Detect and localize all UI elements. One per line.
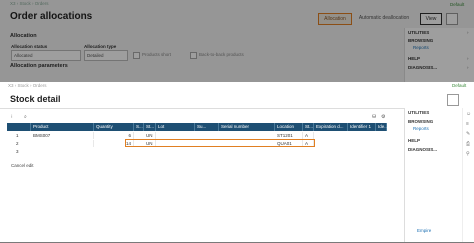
row-number: 3 — [16, 149, 19, 154]
cell-location[interactable]: ST1201 — [275, 132, 303, 139]
help-item[interactable]: HELP — [408, 138, 420, 143]
col-header-product[interactable]: Product — [31, 123, 94, 131]
cell-product[interactable] — [31, 140, 94, 147]
person-icon[interactable]: ☺ — [466, 111, 471, 117]
col-header-lot[interactable]: Lot — [156, 123, 195, 131]
stock-detail-modal: X3 › Stock › Orders Default Stock detail… — [0, 82, 474, 242]
modal-more-button[interactable] — [447, 94, 459, 106]
col-header-ide[interactable]: Ide... — [376, 123, 388, 131]
table-row[interactable]: 3 — [7, 148, 387, 155]
col-header-location[interactable]: Location — [275, 123, 303, 131]
col-header-su[interactable]: Su... — [195, 123, 219, 131]
logout-link[interactable]: Empire — [417, 228, 431, 233]
link-icon[interactable]: ⚲ — [466, 151, 470, 157]
list-icon[interactable]: ≡ — [466, 121, 469, 127]
table-row[interactable]: 1 BMS007 6 UN ST1201 A — [7, 132, 387, 139]
col-header-status[interactable]: St... — [303, 123, 314, 131]
col-header-quantity[interactable]: Quantity — [94, 123, 134, 131]
cell-unit[interactable]: UN — [144, 132, 156, 139]
col-header-select — [7, 123, 31, 131]
col-header-identifier[interactable]: Identifier 1 — [348, 123, 376, 131]
row-number: 2 — [16, 141, 19, 146]
row-number: 1 — [16, 133, 19, 138]
col-header-expiration[interactable]: Expiration d... — [314, 123, 348, 131]
cell-quantity[interactable]: 6 — [94, 132, 134, 139]
cell-product[interactable]: BMS007 — [31, 132, 94, 139]
menu-icon[interactable]: ⁝ — [11, 114, 13, 120]
settings-icon[interactable]: ⚙ — [381, 114, 385, 120]
col-header-serial-number[interactable]: Serial number — [219, 123, 275, 131]
reports-link[interactable]: Reports — [413, 126, 429, 131]
modal-title: Stock detail — [10, 94, 61, 104]
modal-right-panel: UTILITIES BROWSING Reports HELP DIAGNOSI… — [404, 108, 463, 242]
modal-body: ⁝ ⌕ ⛁ ⚙ Product Quantity S... St... Lot … — [0, 108, 404, 243]
modal-default-label: Default — [452, 83, 467, 88]
pencil-icon[interactable]: ✎ — [466, 131, 470, 137]
print-icon[interactable]: ⎙ — [466, 141, 470, 147]
icon-rail: ☺ ≡ ✎ ⎙ ⚲ — [462, 108, 474, 242]
diagnosis-item[interactable]: DIAGNOSIS... — [408, 147, 437, 152]
cell-status[interactable]: A — [303, 132, 314, 139]
col-header-st[interactable]: St... — [144, 123, 156, 131]
modal-breadcrumb: X3 › Stock › Orders — [8, 83, 47, 88]
export-icon[interactable]: ⛁ — [372, 114, 376, 120]
browsing-item[interactable]: BROWSING — [408, 119, 433, 124]
col-header-s[interactable]: S... — [134, 123, 144, 131]
search-icon[interactable]: ⌕ — [24, 114, 27, 120]
cancel-edit-link[interactable]: Cancel edit — [11, 163, 34, 168]
utilities-item[interactable]: UTILITIES — [408, 110, 429, 115]
row-highlight — [125, 139, 315, 147]
